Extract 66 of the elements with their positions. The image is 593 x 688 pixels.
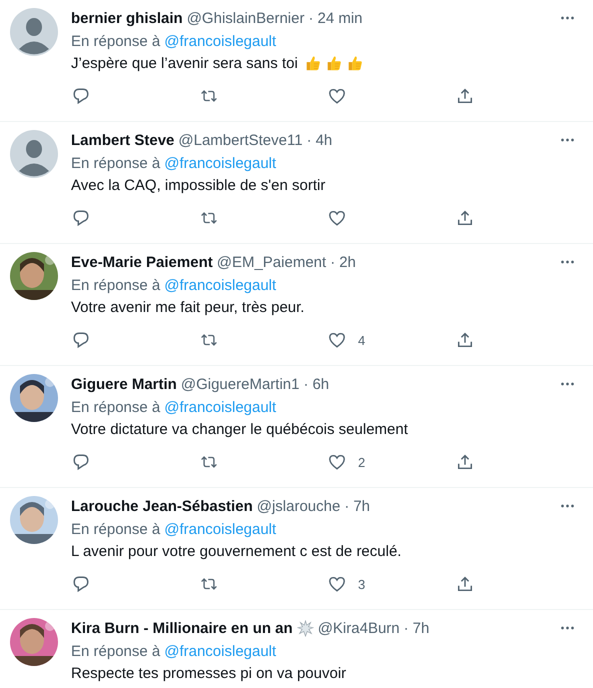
user-name[interactable]: Kira Burn - Millionaire en un an: [71, 620, 293, 636]
share-icon[interactable]: [456, 331, 474, 349]
avatar[interactable]: [10, 8, 58, 56]
reply-icon[interactable]: [72, 575, 90, 593]
user-name[interactable]: Eve-Marie Paiement: [71, 254, 213, 270]
user-name[interactable]: Lambert Steve: [71, 132, 174, 148]
more-icon[interactable]: [560, 16, 575, 20]
more-icon[interactable]: [560, 138, 575, 142]
like-count: 2: [358, 454, 366, 470]
user-name[interactable]: bernier ghislain: [71, 10, 183, 26]
avatar[interactable]: [10, 130, 58, 178]
reply-label: En réponse à: [71, 398, 160, 416]
like-icon[interactable]: [328, 331, 346, 349]
user-handle[interactable]: @LambertSteve11: [178, 132, 303, 148]
separator-dot: ·: [303, 376, 308, 392]
thumbs-up-icon: [346, 54, 364, 72]
timestamp[interactable]: 2h: [339, 254, 356, 270]
tweet-text: L avenir pour votre gouvernement c est de reculé.: [71, 542, 402, 560]
like-icon[interactable]: [328, 575, 346, 593]
more-icon[interactable]: [560, 260, 575, 264]
like-icon[interactable]: [328, 87, 346, 105]
more-icon[interactable]: [560, 382, 575, 386]
more-icon[interactable]: [560, 504, 575, 508]
user-handle[interactable]: @GiguereMartin1: [180, 376, 300, 392]
timestamp[interactable]: 4h: [316, 132, 332, 148]
like-count: 4: [358, 332, 366, 348]
timestamp[interactable]: 7h: [353, 498, 370, 514]
reply-icon[interactable]: [72, 453, 90, 471]
timestamp[interactable]: 6h: [312, 376, 330, 392]
thumbs-up-icon: [304, 54, 322, 72]
separator-dot: ·: [330, 254, 336, 270]
user-handle[interactable]: @GhislainBernier: [186, 10, 304, 26]
tweet-text: Avec la CAQ, impossible de s'en sortir: [71, 176, 326, 194]
like-icon[interactable]: [328, 209, 346, 227]
tweet-text: J’espère que l’avenir sera sans toi: [71, 54, 298, 72]
user-handle[interactable]: @Kira4Burn: [318, 620, 400, 636]
share-icon[interactable]: [456, 453, 474, 471]
user-handle[interactable]: @EM_Paiement: [216, 254, 326, 270]
separator-dot: ·: [306, 132, 312, 148]
separator-dot: ·: [344, 498, 350, 514]
reply-icon[interactable]: [72, 87, 90, 105]
reply-icon[interactable]: [72, 331, 90, 349]
burst-icon: [296, 620, 314, 636]
more-icon[interactable]: [560, 626, 575, 630]
share-icon[interactable]: [456, 87, 474, 105]
tweet-text: Votre avenir me fait peur, très peur.: [71, 298, 304, 316]
user-handle[interactable]: @jslarouche: [256, 498, 340, 514]
like-icon[interactable]: [328, 453, 346, 471]
timestamp[interactable]: 7h: [412, 620, 430, 636]
tweet-text: Votre dictature va changer le québécois seulement: [71, 420, 408, 438]
reply-label: En réponse à: [71, 520, 160, 538]
timestamp[interactable]: 24 min: [317, 10, 363, 26]
thumbs-up-icon: [324, 54, 343, 72]
reply-label: En réponse à: [71, 154, 160, 172]
separator-dot: ·: [308, 10, 314, 26]
tweet-text: Respecte tes promesses pi on va pouvoir: [71, 664, 346, 682]
share-icon[interactable]: [456, 575, 474, 593]
reply-label: En réponse à: [71, 32, 160, 50]
separator-dot: ·: [404, 620, 409, 636]
share-icon[interactable]: [456, 209, 474, 227]
reply-label: En réponse à: [71, 642, 160, 660]
user-name[interactable]: Larouche Jean-Sébastien: [71, 498, 253, 514]
like-count: 3: [358, 576, 366, 592]
reply-icon[interactable]: [72, 209, 90, 227]
user-name[interactable]: Giguere Martin: [71, 376, 177, 392]
reply-label: En réponse à: [71, 276, 160, 294]
